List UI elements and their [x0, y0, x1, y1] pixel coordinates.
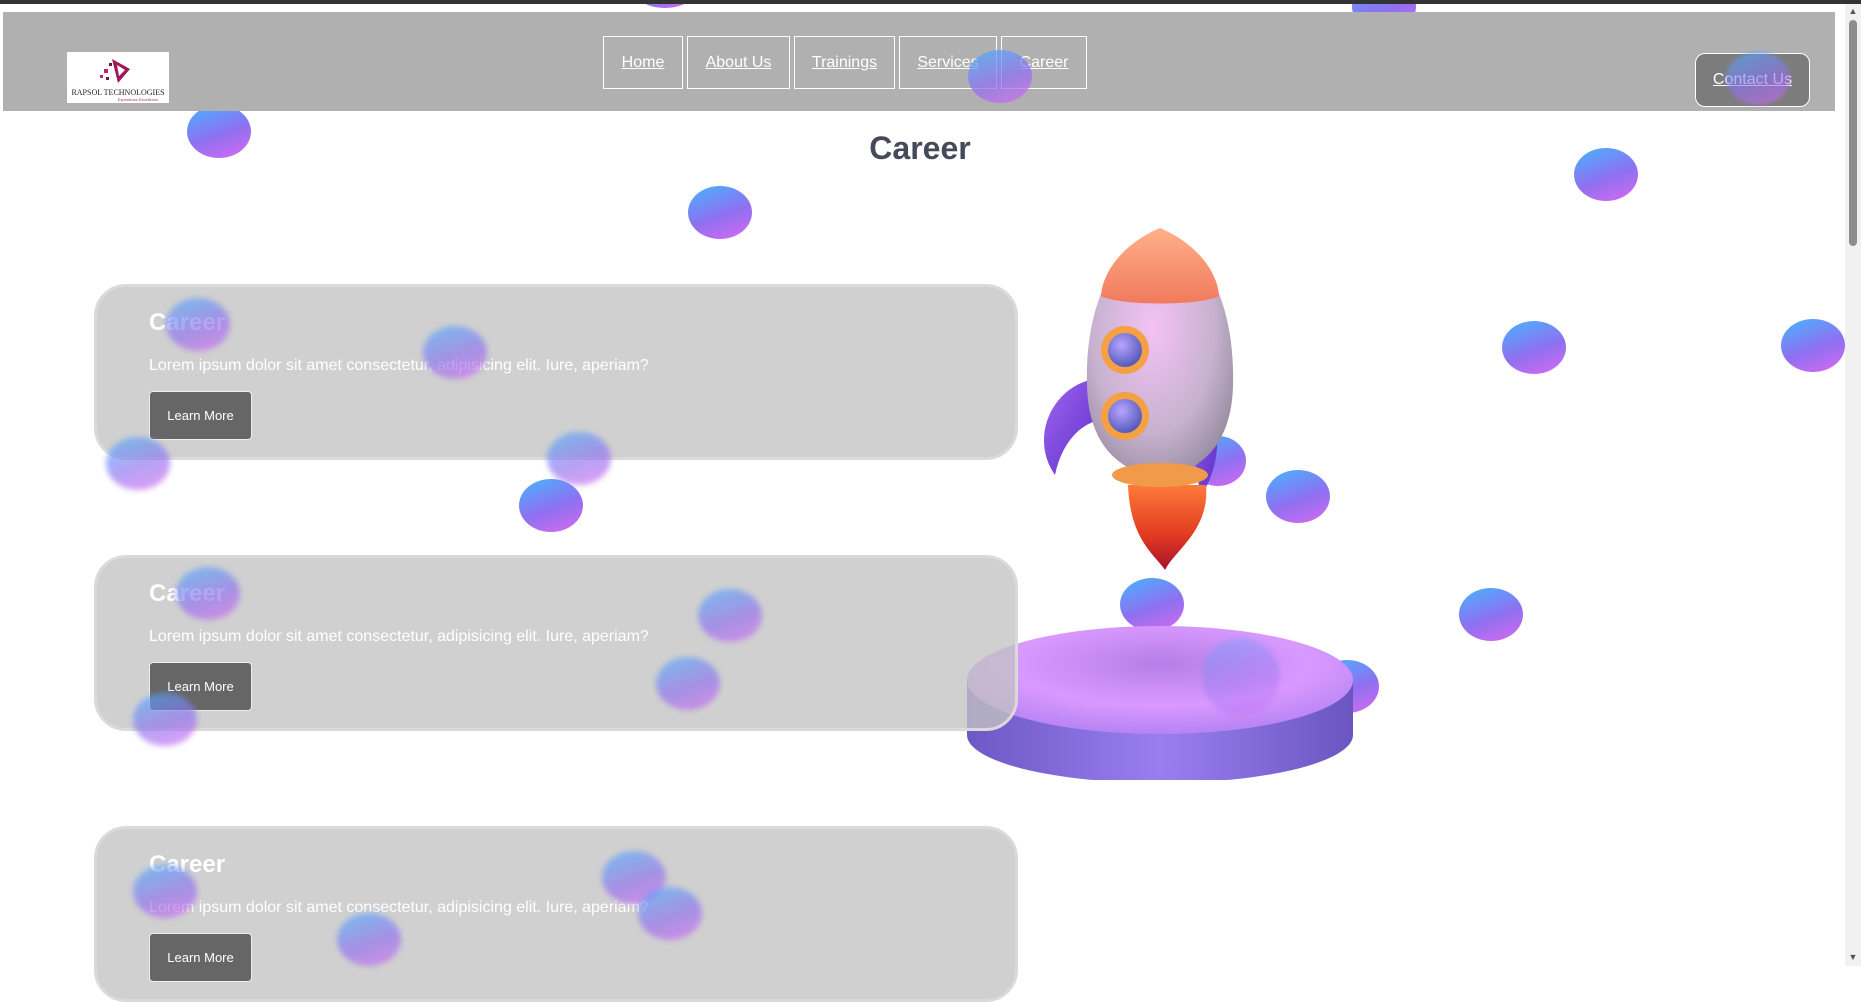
scroll-down-icon[interactable]: ▼ — [1847, 951, 1859, 963]
bubble-decoration — [1502, 321, 1566, 374]
bubble-decoration — [698, 589, 762, 642]
bubble-decoration — [337, 913, 401, 966]
bubble-decoration — [133, 865, 197, 918]
bubble-decoration — [106, 437, 170, 490]
bubble-decoration — [1459, 588, 1523, 641]
card-description: Lorem ipsum dolor sit amet consectetur, … — [149, 628, 649, 645]
career-card: Career Lorem ipsum dolor sit amet consec… — [94, 826, 1018, 1002]
card-description: Lorem ipsum dolor sit amet consectetur, … — [149, 899, 649, 916]
bubble-decoration — [547, 432, 611, 485]
nav-trainings[interactable]: Trainings — [794, 36, 895, 89]
bubble-decoration — [1781, 319, 1845, 372]
learn-more-button[interactable]: Learn More — [149, 933, 252, 982]
bubble-decoration — [968, 50, 1032, 103]
bubble-decoration — [519, 479, 583, 532]
bubble-decoration — [423, 326, 487, 379]
logo[interactable]: RAPSOL TECHNOLOGIES Experience Excellenc… — [67, 52, 169, 103]
window-top-border — [0, 0, 1861, 4]
scrollbar-thumb[interactable] — [1849, 20, 1857, 246]
nav-home[interactable]: Home — [603, 36, 683, 89]
scroll-up-icon[interactable]: ▲ — [1847, 5, 1859, 17]
logo-tagline: Experience Excellence — [117, 97, 159, 102]
bubble-decoration — [133, 693, 197, 746]
bubble-decoration — [656, 657, 720, 710]
bubble-decoration — [1726, 52, 1790, 105]
logo-brand-text: RAPSOL TECHNOLOGIES — [71, 88, 165, 97]
bubble-decoration — [1202, 638, 1280, 716]
career-card: Career Lorem ipsum dolor sit amet consec… — [94, 284, 1018, 460]
bubble-decoration — [176, 567, 240, 620]
nav-about-us[interactable]: About Us — [687, 36, 790, 89]
bubble-decoration — [166, 298, 230, 351]
site-header: RAPSOL TECHNOLOGIES Experience Excellenc… — [3, 12, 1835, 111]
card-description: Lorem ipsum dolor sit amet consectetur, … — [149, 357, 649, 374]
page-title: Career — [869, 130, 971, 166]
logo-icon — [100, 59, 130, 83]
bubble-decoration — [688, 186, 752, 239]
rocket-illustration — [960, 220, 1380, 783]
bubble-decoration — [638, 887, 702, 940]
learn-more-button[interactable]: Learn More — [149, 391, 252, 440]
